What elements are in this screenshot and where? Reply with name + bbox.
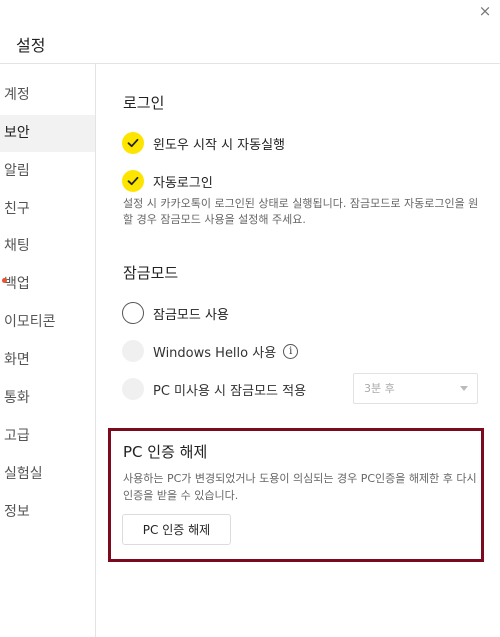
notification-dot bbox=[2, 278, 7, 283]
sidebar-item-labs[interactable]: 실험실 bbox=[0, 456, 95, 493]
pc-auth-description: 사용하는 PC가 변경되었거나 도용이 의심되는 경우 PC인증을 해제한 후 … bbox=[123, 472, 477, 502]
check-icon bbox=[122, 170, 144, 192]
sidebar-item-label: 백업 bbox=[4, 276, 30, 292]
idle-lock-label: PC 미사용 시 잠금모드 적용 bbox=[153, 383, 307, 399]
windows-hello-radio[interactable]: Windows Hello 사용 i bbox=[122, 339, 299, 363]
sidebar-item-backup[interactable]: 백업 bbox=[0, 266, 95, 303]
info-icon[interactable]: i bbox=[283, 343, 299, 359]
sidebar-item-chat[interactable]: 채팅 bbox=[0, 228, 95, 265]
close-icon[interactable]: × bbox=[477, 3, 493, 19]
idle-time-select[interactable]: 3분 후 bbox=[353, 373, 478, 404]
radio-unchecked-icon bbox=[122, 302, 144, 324]
chevron-down-icon bbox=[460, 386, 468, 391]
lock-mode-section-title: 잠금모드 bbox=[123, 264, 179, 282]
login-description: 설정 시 카카오톡이 로그인된 상태로 실행됩니다. 잠금모드로 자동로그인을 … bbox=[123, 197, 479, 226]
idle-time-value: 3분 후 bbox=[364, 382, 395, 395]
window-title: 설정 bbox=[16, 36, 46, 55]
sidebar-item-security[interactable]: 보안 bbox=[0, 115, 95, 152]
sidebar-divider bbox=[95, 64, 96, 637]
pc-auth-release-button[interactable]: PC 인증 해제 bbox=[122, 514, 231, 545]
pc-auth-section-title: PC 인증 해제 bbox=[123, 443, 208, 461]
sidebar-item-advanced[interactable]: 고급 bbox=[0, 418, 95, 455]
use-lock-mode-label: 잠금모드 사용 bbox=[153, 307, 229, 323]
sidebar: 계정 보안 알림 친구 채팅 백업 이모티콘 화면 통화 고급 실험실 정보 bbox=[0, 64, 95, 637]
sidebar-item-call[interactable]: 통화 bbox=[0, 380, 95, 417]
use-lock-mode-radio[interactable]: 잠금모드 사용 bbox=[122, 301, 229, 325]
sidebar-item-emoticon[interactable]: 이모티콘 bbox=[0, 304, 95, 341]
sidebar-item-friends[interactable]: 친구 bbox=[0, 191, 95, 228]
auto-start-checkbox[interactable]: 윈도우 시작 시 자동실행 bbox=[122, 131, 285, 155]
sidebar-item-notifications[interactable]: 알림 bbox=[0, 153, 95, 190]
idle-lock-radio[interactable]: PC 미사용 시 잠금모드 적용 bbox=[122, 377, 306, 401]
check-icon bbox=[122, 132, 144, 154]
windows-hello-label: Windows Hello 사용 bbox=[153, 345, 277, 361]
auto-login-label: 자동로그인 bbox=[153, 175, 213, 191]
sidebar-item-info[interactable]: 정보 bbox=[0, 494, 95, 531]
radio-disabled-icon bbox=[122, 340, 144, 362]
sidebar-item-account[interactable]: 계정 bbox=[0, 77, 95, 114]
radio-disabled-icon bbox=[122, 378, 144, 400]
auto-start-label: 윈도우 시작 시 자동실행 bbox=[153, 137, 285, 153]
sidebar-item-display[interactable]: 화면 bbox=[0, 342, 95, 379]
auto-login-checkbox[interactable]: 자동로그인 bbox=[122, 169, 213, 193]
login-section-title: 로그인 bbox=[123, 94, 165, 112]
